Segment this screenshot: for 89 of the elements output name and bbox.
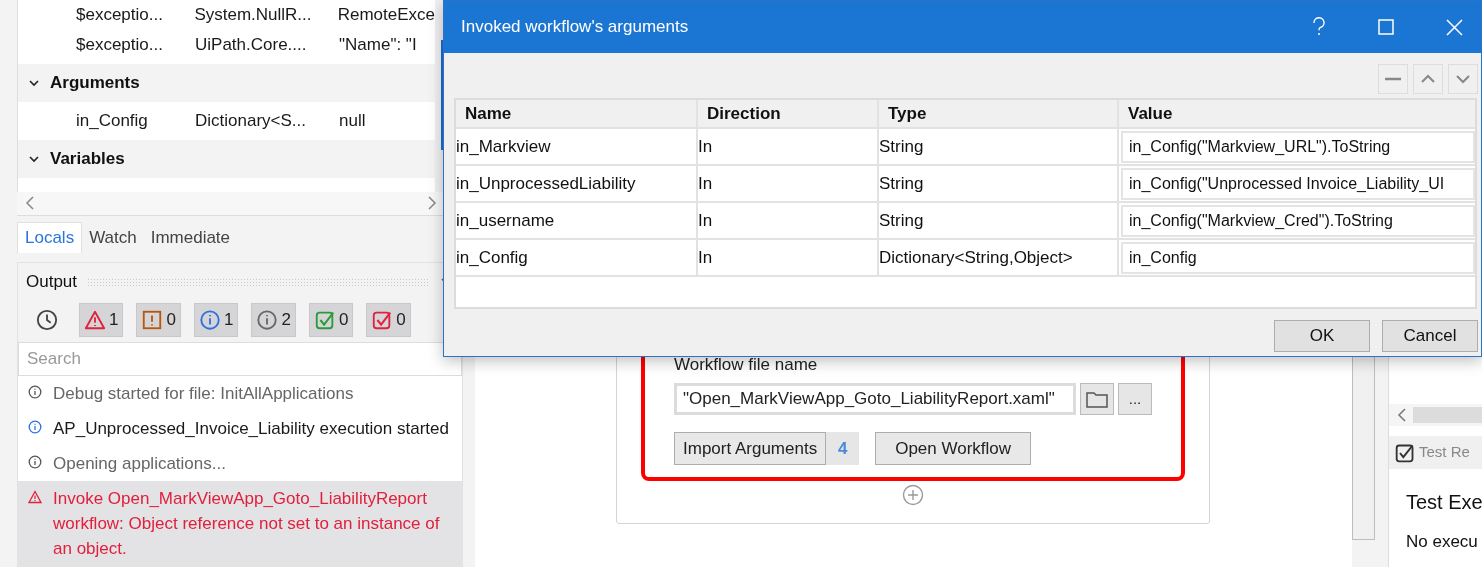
column-header[interactable]: Type — [877, 100, 1117, 127]
group-header: Arguments — [50, 72, 140, 95]
panel-title: Output — [26, 271, 78, 294]
info-icon — [28, 385, 42, 399]
filter-toggle[interactable]: 1 — [79, 303, 124, 337]
filter-toggle[interactable]: 1 — [193, 303, 239, 337]
info-icon — [256, 309, 279, 331]
folder-button[interactable] — [1080, 383, 1114, 415]
info-icon — [28, 420, 42, 434]
table-cell: String — [877, 129, 1117, 164]
horizontal-scrollbar[interactable] — [17, 192, 445, 216]
log-entry[interactable]: Invoke Open_MarkViewApp_Goto_LiabilityReport workflow: Object reference not set to an instance of an object. — [18, 481, 462, 566]
table-cell: String — [877, 166, 1117, 201]
variable-type: UiPath.Core.... — [195, 34, 308, 57]
move-up-button[interactable] — [1413, 64, 1443, 94]
panel-heading: Test Exe — [1406, 490, 1482, 515]
info-icon — [198, 309, 221, 331]
checkbox-check-icon — [371, 309, 394, 331]
group-header: Variables — [50, 148, 125, 171]
remove-button[interactable] — [1378, 64, 1408, 94]
filter-toggle[interactable]: 0 — [366, 303, 411, 337]
variable-value: RemoteExce — [337, 4, 435, 26]
filter-toggle[interactable]: 0 — [308, 303, 354, 337]
variable-value: null — [339, 110, 366, 133]
chevron-right-icon[interactable] — [427, 195, 437, 212]
table-cell: Dictionary<String,Object> — [877, 240, 1117, 275]
table-cell: In — [696, 166, 877, 201]
chevron-down-icon — [1455, 74, 1471, 84]
minus-icon — [1385, 77, 1401, 81]
table-cell: String — [877, 203, 1117, 238]
chevron-icon[interactable] — [28, 77, 40, 89]
log-message: Invoke Open_MarkViewApp_Goto_LiabilityReport workflow: Object reference not set to an instance of an object. — [53, 488, 441, 560]
dialog-button[interactable]: Cancel — [1382, 320, 1478, 352]
warning-triangle-icon — [28, 490, 42, 504]
exclamation-square-icon — [141, 309, 164, 331]
table-cell: In — [696, 129, 877, 164]
file-path-field[interactable]: "Open_MarkViewApp_Goto_LiabilityReport.xaml" — [674, 383, 1076, 415]
value-field[interactable]: in_Config("Unprocessed Invoice_Liability_UI — [1121, 167, 1475, 200]
variable-type: Dictionary<S... — [195, 110, 307, 133]
table-cell: In — [696, 203, 877, 238]
chevron-icon[interactable] — [28, 153, 40, 165]
maximize-icon[interactable] — [1378, 19, 1394, 35]
checkbox-check-icon — [1395, 442, 1415, 463]
variable-name: $exceptio... — [76, 4, 164, 26]
field-label: Workflow file name — [674, 353, 819, 376]
info-icon — [28, 455, 42, 469]
search-field[interactable]: Search — [18, 342, 462, 376]
variable-name: $exceptio... — [76, 34, 164, 57]
move-down-button[interactable] — [1448, 64, 1478, 94]
log-message: Debug started for file: InitAllApplications — [53, 383, 354, 405]
column-header[interactable]: Direction — [696, 100, 877, 127]
add-icon[interactable] — [902, 484, 924, 506]
table-cell-text: in_UnprocessedLiability — [456, 172, 637, 195]
value-field[interactable]: in_Config("Markview_URL").ToString — [1121, 130, 1475, 163]
variable-value: "Name": "I — [339, 34, 417, 57]
value-field[interactable]: in_Config — [1121, 241, 1475, 274]
checkbox-check-icon — [313, 309, 336, 331]
value-field[interactable]: in_Config("Markview_Cred").ToString — [1121, 204, 1475, 237]
warning-triangle-icon — [84, 309, 106, 331]
help-icon[interactable] — [1312, 17, 1326, 37]
variable-type: System.NullR... — [194, 4, 313, 26]
tab[interactable]: Watch — [82, 221, 144, 253]
window-title: Invoked workflow's arguments — [461, 16, 690, 39]
column-header[interactable]: Name — [456, 100, 696, 127]
dialog-button[interactable]: OK — [1274, 320, 1370, 352]
variable-name: in_Config — [76, 110, 149, 133]
clock-icon[interactable] — [36, 309, 58, 331]
table-cell-text: in_username — [456, 209, 556, 232]
chevron-up-icon — [1420, 74, 1436, 84]
status-message: No execu — [1406, 531, 1479, 553]
tab[interactable]: Locals — [17, 221, 83, 253]
browse-button[interactable]: ... — [1118, 383, 1152, 415]
table-cell-text: in_Config — [456, 246, 529, 269]
table-cell: In — [696, 240, 877, 275]
folder-icon — [1086, 390, 1108, 408]
table-cell-text: in_Markview — [456, 135, 552, 158]
horizontal-scrollbar[interactable] — [1389, 404, 1482, 426]
filter-toggle[interactable]: 0 — [136, 303, 181, 337]
log-message: AP_Unprocessed_Invoice_Liability execution started — [53, 418, 449, 440]
open-workflow-button[interactable]: Open Workflow — [875, 432, 1032, 465]
chevron-left-icon[interactable] — [1397, 407, 1407, 423]
import-arguments-button[interactable]: Import Arguments — [674, 432, 827, 465]
argument-count: 4 — [826, 432, 860, 465]
filter-toggle[interactable]: 2 — [251, 303, 296, 337]
close-icon[interactable] — [1446, 18, 1463, 36]
tab[interactable]: Immediate — [143, 221, 238, 253]
column-header[interactable]: Value — [1117, 100, 1475, 127]
log-message: Opening applications... — [53, 453, 226, 475]
chevron-left-icon[interactable] — [25, 195, 35, 212]
